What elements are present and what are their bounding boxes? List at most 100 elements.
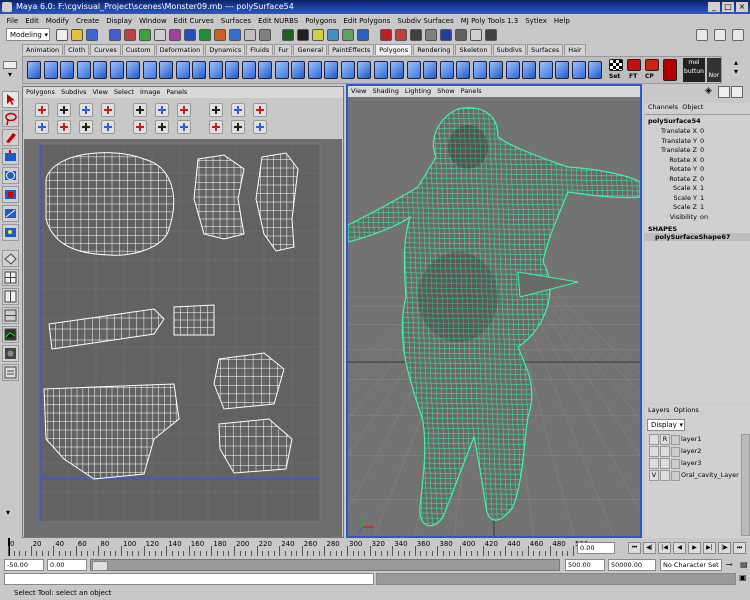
shape-node-name[interactable]: polySurfaceShape67: [645, 233, 750, 241]
layer-type-dropdown[interactable]: Display ▾: [647, 419, 685, 431]
layer-row[interactable]: layer2: [647, 446, 740, 457]
poly-cone-icon[interactable]: [76, 61, 91, 79]
vp-menu-view[interactable]: View: [351, 87, 366, 96]
uv-rotate-cw-icon[interactable]: [133, 120, 147, 134]
bridge-icon[interactable]: [472, 61, 487, 79]
shelf-tab-curves[interactable]: Curves: [90, 44, 121, 55]
arrow-up-icon[interactable]: [663, 59, 677, 81]
poly-cube-icon[interactable]: [43, 61, 58, 79]
append-polygon-icon[interactable]: [357, 61, 371, 79]
layer-type-toggle[interactable]: [660, 458, 670, 469]
playback-start-field[interactable]: 0.00: [47, 559, 87, 571]
shelf-tab-subdivs[interactable]: Subdivs: [492, 44, 527, 55]
shelf-scroll[interactable]: ▴ ▾: [726, 58, 746, 82]
channel-attr-value[interactable]: 0: [700, 127, 745, 137]
uv-select-icon[interactable]: [35, 120, 49, 134]
uv-grid-icon[interactable]: [209, 103, 223, 117]
shelf-tab-cloth[interactable]: Cloth: [64, 44, 90, 55]
shelf-tab-deformation[interactable]: Deformation: [155, 44, 205, 55]
uv-rotate-icon[interactable]: [35, 103, 49, 117]
scale-tool-icon[interactable]: [2, 186, 19, 203]
channel-row[interactable]: Translate X0: [645, 127, 750, 137]
shelf-tab-polygons[interactable]: Polygons: [375, 44, 413, 55]
select-by-render-icon[interactable]: [244, 29, 256, 41]
channel-row[interactable]: Rotate Y0: [645, 165, 750, 175]
channel-row[interactable]: Rotate X0: [645, 156, 750, 166]
perspective-viewport[interactable]: View Shading Lighting Show Panels: [346, 84, 642, 538]
menu-edit[interactable]: Edit: [22, 17, 43, 25]
shelf-tab-animation[interactable]: Animation: [22, 44, 64, 55]
shelf-tab-general[interactable]: General: [293, 44, 328, 55]
make-live-icon[interactable]: [342, 29, 354, 41]
vp-menu-show[interactable]: Show: [437, 87, 455, 96]
uv-menu-image[interactable]: Image: [140, 88, 160, 97]
uv-snapshot-icon[interactable]: [209, 120, 223, 134]
channel-attr-value[interactable]: 0: [700, 137, 745, 147]
render-view-icon[interactable]: [425, 29, 437, 41]
new-scene-icon[interactable]: [56, 29, 68, 41]
rotate-tool-icon[interactable]: [2, 167, 19, 184]
play-forwards-icon[interactable]: ▶: [688, 542, 701, 554]
layout-persp-graph-icon[interactable]: [2, 326, 19, 343]
channel-attr-value[interactable]: 0: [700, 146, 745, 156]
checker-icon[interactable]: [555, 61, 569, 79]
layout-options-icon[interactable]: [2, 364, 19, 381]
mel-button[interactable]: mel buttun: [683, 58, 705, 82]
merge-vertices-icon[interactable]: [439, 61, 454, 79]
shelf-menu-button[interactable]: ▾: [2, 58, 18, 82]
uv-sew-icon[interactable]: [57, 120, 71, 134]
poly-platonic-icon[interactable]: [175, 61, 190, 79]
menu-window[interactable]: Window: [136, 17, 171, 25]
select-misc-icon[interactable]: [259, 29, 271, 41]
layer-visibility-toggle[interactable]: V: [649, 470, 659, 481]
xray-icon[interactable]: [470, 29, 482, 41]
layer-visibility-toggle[interactable]: [649, 458, 659, 469]
extrude-edge-icon[interactable]: [406, 61, 421, 79]
select-by-surface-icon[interactable]: [199, 29, 211, 41]
select-by-deform-icon[interactable]: [214, 29, 226, 41]
uv-unfold-icon[interactable]: [79, 120, 93, 134]
wedge-icon[interactable]: [456, 61, 470, 79]
channel-attr-value[interactable]: 0: [700, 156, 745, 166]
bevel-icon[interactable]: [423, 61, 437, 79]
select-hierarchy-icon[interactable]: [109, 29, 121, 41]
select-by-curve-icon[interactable]: [184, 29, 196, 41]
layer-type-toggle[interactable]: [660, 446, 670, 457]
uv-align-left-icon[interactable]: [155, 103, 169, 117]
layer-visibility-toggle[interactable]: [649, 446, 659, 457]
key-icon[interactable]: ⊸: [726, 560, 733, 569]
menu-polygons[interactable]: Polygons: [302, 17, 340, 25]
step-back-frame-icon[interactable]: |◀: [658, 542, 671, 554]
uv-rotate-ccw-icon[interactable]: [133, 103, 147, 117]
poly-sphere-icon[interactable]: [27, 61, 41, 79]
channel-row[interactable]: Scale Z1: [645, 203, 750, 213]
vp-menu-panels[interactable]: Panels: [461, 87, 482, 96]
lasso-tool-icon[interactable]: [2, 110, 19, 127]
vp-menu-lighting[interactable]: Lighting: [405, 87, 431, 96]
shelf-tab-dynamics[interactable]: Dynamics: [205, 44, 246, 55]
uv-menu-panels[interactable]: Panels: [166, 88, 187, 97]
layer-type-toggle[interactable]: [660, 470, 670, 481]
uv-menu-polygons[interactable]: Polygons: [26, 88, 55, 97]
uv-align-center-icon[interactable]: [155, 120, 169, 134]
soft-mod-tool-icon[interactable]: [2, 224, 19, 241]
save-scene-icon[interactable]: [86, 29, 98, 41]
uv-shaded-icon[interactable]: [231, 120, 245, 134]
uv-flip-v-icon[interactable]: [101, 120, 115, 134]
separate-icon[interactable]: [208, 61, 223, 79]
select-by-handle-icon[interactable]: [154, 29, 166, 41]
layout-persp-outliner-icon[interactable]: [2, 307, 19, 324]
split-polygon-icon[interactable]: [373, 61, 388, 79]
shelf-tab-surfaces[interactable]: Surfaces: [527, 44, 564, 55]
snap-curve-icon[interactable]: [297, 29, 309, 41]
channel-row[interactable]: Translate Z0: [645, 146, 750, 156]
uv-editor-canvas[interactable]: [24, 139, 342, 537]
panel-layout-icon[interactable]: [714, 29, 726, 41]
menu-help[interactable]: Help: [550, 17, 573, 25]
channel-attr-value[interactable]: 1: [700, 203, 745, 213]
menu-sytlex[interactable]: Sytlex: [522, 17, 551, 25]
layout-hypershade-icon[interactable]: [2, 345, 19, 362]
render-globals-icon[interactable]: [410, 29, 422, 41]
current-time-field[interactable]: 0.00: [577, 542, 615, 554]
menu-modify[interactable]: Modify: [42, 17, 72, 25]
